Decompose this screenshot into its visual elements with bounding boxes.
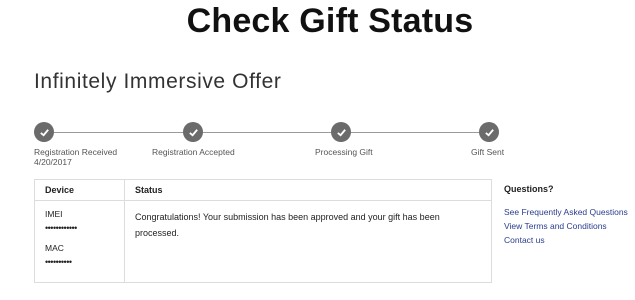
- questions-title: Questions?: [504, 184, 554, 194]
- step-2-check-icon: [183, 122, 203, 142]
- step-3-check-icon: [331, 122, 351, 142]
- imei-value: ••••••••••••: [45, 223, 77, 233]
- mac-label: MAC: [45, 243, 64, 253]
- imei-label: IMEI: [45, 209, 63, 219]
- device-header: Device: [45, 185, 75, 195]
- header-divider: [35, 200, 491, 201]
- status-header: Status: [135, 185, 163, 195]
- step-label-gift-sent: Gift Sent: [471, 147, 505, 157]
- step-label-processing-gift: Processing Gift: [315, 147, 373, 157]
- mac-value: ••••••••••: [45, 257, 72, 267]
- step-1-check-icon: [34, 122, 54, 142]
- contact-us-link[interactable]: Contact us: [504, 235, 545, 245]
- status-message: Congratulations! Your submission has bee…: [135, 212, 440, 238]
- step-date: 4/20/2017: [34, 157, 72, 167]
- step-label-registration-accepted: Registration Accepted: [152, 147, 235, 157]
- terms-link[interactable]: View Terms and Conditions: [504, 221, 607, 231]
- step-4-check-icon: [479, 122, 499, 142]
- status-table: Device Status IMEI •••••••••••• MAC ••••…: [34, 179, 492, 283]
- progress-tracker: Registration Received 4/20/2017 Registra…: [0, 118, 635, 168]
- column-divider: [124, 180, 125, 282]
- offer-title: Infinitely Immersive Offer: [34, 70, 282, 93]
- page-title: Check Gift Status: [186, 2, 474, 40]
- tracker-line: [44, 132, 490, 133]
- faq-link[interactable]: See Frequently Asked Questions: [504, 207, 628, 217]
- step-label-registration-received: Registration Received: [34, 147, 118, 157]
